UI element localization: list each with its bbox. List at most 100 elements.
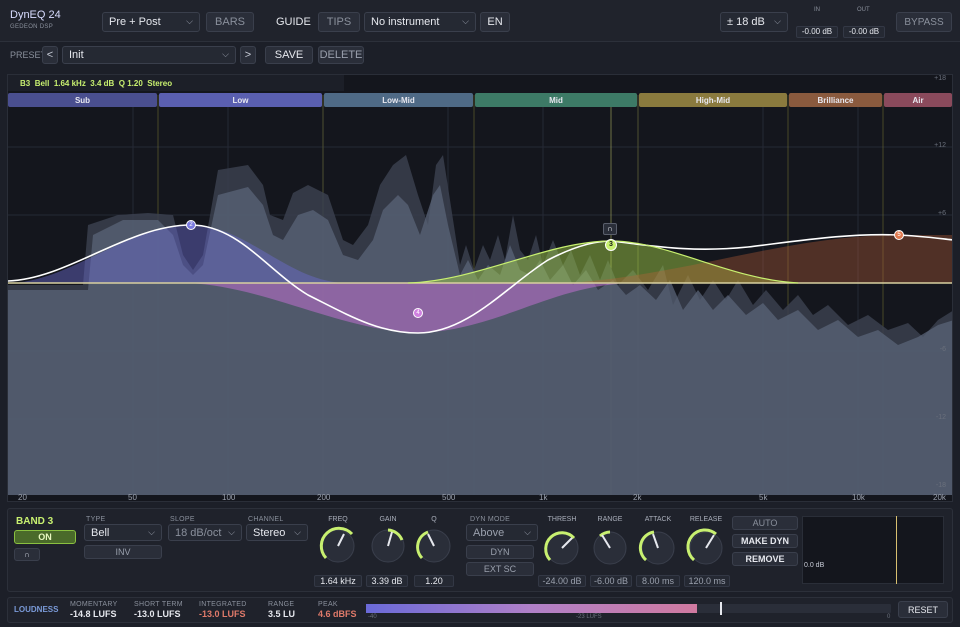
guide-button[interactable]: GUIDE: [276, 16, 311, 28]
q-knob[interactable]: [416, 529, 451, 563]
instrument-select[interactable]: No instrument ⌵: [364, 12, 476, 32]
thresh-value[interactable]: -24.00 dB: [538, 575, 586, 587]
momentary-value: -14.8 LUFS: [70, 609, 117, 619]
freq-label: 100: [222, 493, 236, 502]
preset-select[interactable]: Init ⌵: [62, 46, 236, 64]
peak-label: PEAK: [318, 601, 338, 608]
channel-select[interactable]: Stereo ⌵: [246, 524, 308, 541]
make-dyn-button[interactable]: MAKE DYN: [732, 534, 798, 548]
preset-save-button[interactable]: SAVE: [265, 46, 313, 64]
band-on-toggle[interactable]: ON: [14, 530, 76, 544]
chevron-down-icon: ⌵: [148, 526, 155, 537]
meter-min: -40: [368, 614, 377, 620]
selected-band-info: B3 Bell 1.64 kHz 3.4 dB Q 1.20 Stereo: [8, 75, 344, 91]
freq-label: 2k: [633, 493, 642, 502]
freq-knob[interactable]: [319, 526, 355, 563]
freq-label: 20: [18, 493, 27, 502]
eq-node-5[interactable]: 5: [894, 230, 904, 240]
bypass-button[interactable]: BYPASS: [896, 12, 952, 32]
gr-value: 0.0 dB: [804, 562, 825, 569]
invert-button[interactable]: INV: [84, 545, 162, 559]
gain-value[interactable]: 3.39 dB: [366, 575, 408, 587]
meter-target: -23 LUFS: [576, 614, 602, 620]
band-label-air[interactable]: Air: [884, 93, 952, 107]
db-label: +6: [938, 210, 946, 217]
range-select[interactable]: ± 18 dB ⌵: [720, 12, 788, 32]
in-meter-value: -0.00 dB: [796, 26, 838, 38]
db-label: +12: [934, 142, 946, 149]
dyn-mode-select[interactable]: Above ⌵: [466, 524, 538, 541]
slope-label: SLOPE: [170, 516, 195, 523]
eq-node-2[interactable]: 2: [186, 220, 196, 230]
eq-node-3[interactable]: 3: [605, 239, 617, 251]
auto-button[interactable]: AUTO: [732, 516, 798, 530]
out-label: OUT: [857, 7, 870, 13]
dyn-toggle-button[interactable]: DYN: [466, 545, 534, 559]
gain-reduction-display: [802, 516, 944, 584]
band-label-low-mid[interactable]: Low-Mid: [324, 93, 473, 107]
freq-label: 1k: [539, 493, 548, 502]
loudness-meter: [366, 604, 891, 613]
band-label-brilliance[interactable]: Brilliance: [789, 93, 882, 107]
short-term-label: SHORT TERM: [134, 601, 183, 608]
eq-node-4[interactable]: 4: [413, 308, 423, 318]
preset-next-button[interactable]: >: [240, 46, 256, 64]
chevron-down-icon: ⌵: [222, 48, 229, 59]
type-select[interactable]: Bell ⌵: [84, 524, 162, 541]
app-title: DynEQ 24: [10, 9, 61, 21]
db-label: +18: [934, 75, 946, 82]
release-value[interactable]: 120.0 ms: [684, 575, 730, 587]
gr-marker: [896, 516, 897, 584]
ext-sc-button[interactable]: EXT SC: [466, 562, 534, 576]
reset-button[interactable]: RESET: [898, 601, 948, 618]
db-label: -6: [939, 346, 946, 353]
gain-knob-label: GAIN: [379, 516, 397, 523]
preset-prev-button[interactable]: <: [42, 46, 58, 64]
attack-knob-label: ATTACK: [644, 516, 672, 523]
slope-select[interactable]: 18 dB/oct ⌵: [168, 524, 242, 541]
chevron-down-icon: ⌵: [462, 15, 469, 26]
attack-value[interactable]: 8.00 ms: [636, 575, 680, 587]
short-term-value: -13.0 LUFS: [134, 609, 181, 619]
attack-knob[interactable]: [638, 530, 675, 565]
headphones-icon[interactable]: ∩: [603, 223, 617, 235]
db-label: -18: [935, 482, 946, 489]
chevron-down-icon: ⌵: [294, 526, 301, 537]
mode-select[interactable]: Pre + Post ⌵: [102, 12, 200, 32]
freq-value[interactable]: 1.64 kHz: [314, 575, 362, 587]
chevron-down-icon: ⌵: [186, 15, 193, 26]
in-label: IN: [814, 7, 820, 13]
release-knob[interactable]: [686, 528, 723, 565]
band-label-sub[interactable]: Sub: [8, 93, 157, 107]
eq-graph[interactable]: B3 Bell 1.64 kHz 3.4 dB Q 1.20 Stereo Su…: [7, 74, 953, 502]
freq-knob-label: FREQ: [328, 516, 348, 523]
freq-label: 50: [128, 493, 137, 502]
remove-button[interactable]: REMOVE: [732, 552, 798, 566]
band-label-high-mid[interactable]: High-Mid: [639, 93, 787, 107]
thresh-knob[interactable]: [544, 531, 579, 565]
freq-label: 500: [442, 493, 456, 502]
range-knob[interactable]: [593, 530, 627, 565]
tips-button[interactable]: TIPS: [318, 12, 360, 32]
spectrum-svg: [8, 95, 952, 495]
band-label-mid[interactable]: Mid: [475, 93, 637, 107]
type-label: TYPE: [86, 516, 106, 523]
release-knob-label: RELEASE: [689, 516, 723, 523]
gain-knob[interactable]: [371, 528, 405, 563]
solo-headphones-icon[interactable]: ∩: [14, 548, 40, 561]
chevron-down-icon: ⌵: [524, 526, 531, 537]
q-knob-label: Q: [431, 516, 437, 523]
out-meter-value: -0.00 dB: [843, 26, 885, 38]
preset-delete-button[interactable]: DELETE: [318, 46, 364, 64]
bars-button[interactable]: BARS: [206, 12, 254, 32]
preset-label: PRESET: [10, 50, 47, 60]
q-value[interactable]: 1.20: [414, 575, 454, 587]
thresh-knob-label: THRESH: [547, 516, 577, 523]
integrated-value: -13.0 LUFS: [199, 609, 246, 619]
meter-max: 0: [887, 614, 891, 620]
freq-label: 20k: [933, 493, 946, 502]
band-label-low[interactable]: Low: [159, 93, 322, 107]
range-value[interactable]: -6.00 dB: [590, 575, 632, 587]
peak-value: 4.6 dBFS: [318, 609, 357, 619]
language-button[interactable]: EN: [480, 12, 510, 32]
